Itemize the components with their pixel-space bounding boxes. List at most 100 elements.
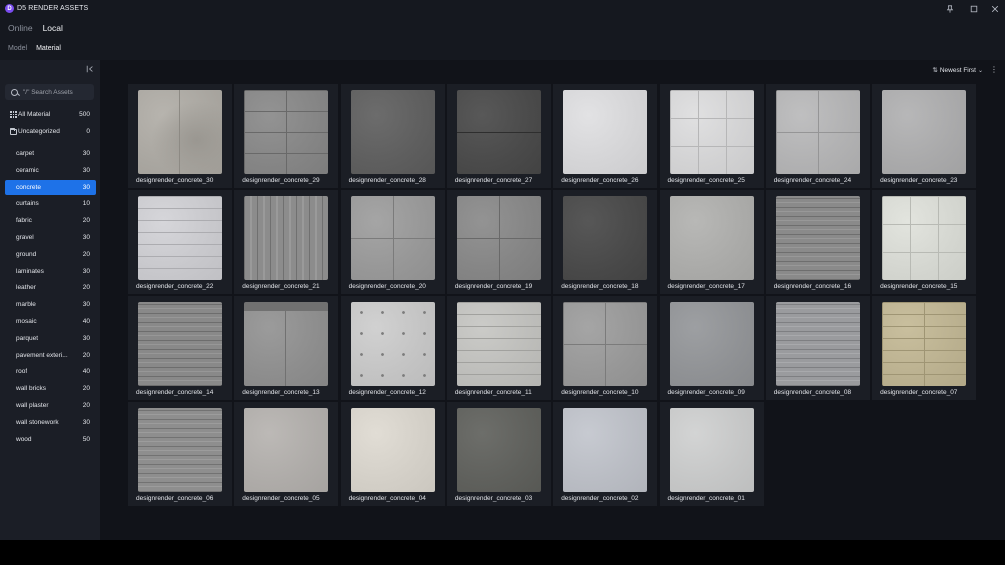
sidebar-category-item[interactable]: roof 40 bbox=[5, 364, 96, 379]
material-card[interactable]: designrender_concrete_12 bbox=[340, 296, 445, 400]
material-thumbnail[interactable] bbox=[775, 196, 860, 280]
material-thumbnail[interactable] bbox=[138, 408, 222, 492]
sidebar-category-item[interactable]: wood 50 bbox=[5, 432, 96, 447]
sidebar-category-item[interactable]: wall bricks 20 bbox=[5, 381, 96, 396]
material-name: designrender_concrete_19 bbox=[454, 283, 533, 290]
material-card[interactable]: designrender_concrete_28 bbox=[340, 84, 445, 188]
material-thumbnail[interactable] bbox=[350, 196, 435, 280]
material-card[interactable]: designrender_concrete_27 bbox=[446, 84, 551, 188]
sidebar-item-uncategorized[interactable]: Uncategorized 0 bbox=[5, 124, 96, 139]
material-thumbnail[interactable] bbox=[456, 90, 541, 174]
material-thumbnail[interactable] bbox=[882, 90, 967, 174]
sidebar-item-all-material[interactable]: All Material 500 bbox=[5, 107, 96, 122]
material-thumbnail[interactable] bbox=[350, 408, 435, 492]
sidebar-category-item[interactable]: pavement exteri... 20 bbox=[5, 348, 96, 363]
material-card[interactable]: designrender_concrete_04 bbox=[340, 402, 445, 506]
material-card[interactable]: designrender_concrete_30 bbox=[128, 84, 232, 188]
material-thumbnail[interactable] bbox=[138, 196, 222, 280]
material-thumbnail[interactable] bbox=[669, 408, 754, 492]
material-name: designrender_concrete_03 bbox=[454, 495, 533, 502]
material-thumbnail[interactable] bbox=[350, 90, 435, 174]
material-thumbnail[interactable] bbox=[244, 196, 329, 280]
material-thumbnail[interactable] bbox=[563, 196, 648, 280]
material-card[interactable]: designrender_concrete_20 bbox=[340, 190, 445, 294]
material-card[interactable]: designrender_concrete_05 bbox=[234, 402, 339, 506]
sidebar-category-item[interactable]: mosaic 40 bbox=[5, 314, 96, 329]
material-card[interactable]: designrender_concrete_14 bbox=[128, 296, 232, 400]
material-thumbnail[interactable] bbox=[456, 408, 541, 492]
search-box[interactable] bbox=[5, 84, 94, 100]
tab-local[interactable]: Local bbox=[43, 23, 63, 33]
sidebar-category-item[interactable]: wall plaster 20 bbox=[5, 398, 96, 413]
material-name: designrender_concrete_04 bbox=[348, 495, 426, 502]
material-card[interactable]: designrender_concrete_06 bbox=[128, 402, 232, 506]
search-input[interactable] bbox=[23, 88, 93, 96]
sidebar-category-item[interactable]: laminates 30 bbox=[5, 264, 96, 279]
material-card[interactable]: designrender_concrete_01 bbox=[659, 402, 764, 506]
material-card[interactable]: designrender_concrete_16 bbox=[765, 190, 870, 294]
tab-model[interactable]: Model bbox=[8, 45, 27, 52]
sidebar-category-item[interactable]: leather 20 bbox=[5, 280, 96, 295]
material-card[interactable]: designrender_concrete_09 bbox=[659, 296, 764, 400]
grid-icon bbox=[10, 111, 17, 118]
material-thumbnail[interactable] bbox=[882, 196, 967, 280]
material-thumbnail[interactable] bbox=[138, 302, 222, 386]
sidebar-category-item[interactable]: parquet 30 bbox=[5, 331, 96, 346]
material-thumbnail[interactable] bbox=[138, 90, 222, 174]
material-card[interactable]: designrender_concrete_10 bbox=[553, 296, 658, 400]
category-label: ceramic bbox=[16, 166, 39, 174]
pin-icon[interactable] bbox=[944, 3, 956, 15]
material-card[interactable]: designrender_concrete_11 bbox=[446, 296, 551, 400]
sidebar-category-item[interactable]: wall stonework 30 bbox=[5, 415, 96, 430]
material-thumbnail[interactable] bbox=[669, 302, 754, 386]
material-card[interactable]: designrender_concrete_15 bbox=[872, 190, 977, 294]
material-thumbnail[interactable] bbox=[669, 196, 754, 280]
material-thumbnail[interactable] bbox=[456, 196, 541, 280]
material-thumbnail[interactable] bbox=[563, 408, 648, 492]
material-card[interactable]: designrender_concrete_26 bbox=[553, 84, 658, 188]
sidebar-category-item[interactable]: gravel 30 bbox=[5, 230, 96, 245]
sidebar-category-item[interactable]: carpet 30 bbox=[5, 146, 96, 161]
sidebar-category-item[interactable]: ground 20 bbox=[5, 247, 96, 262]
material-thumbnail[interactable] bbox=[244, 408, 329, 492]
sidebar-category-item[interactable]: fabric 20 bbox=[5, 213, 96, 228]
sidebar-item-count: 500 bbox=[79, 111, 90, 118]
material-card[interactable]: designrender_concrete_19 bbox=[446, 190, 551, 294]
tab-material[interactable]: Material bbox=[36, 45, 61, 52]
more-icon[interactable]: ⋮ bbox=[990, 65, 998, 74]
material-thumbnail[interactable] bbox=[669, 90, 754, 174]
material-card[interactable]: designrender_concrete_25 bbox=[659, 84, 764, 188]
material-card[interactable]: designrender_concrete_21 bbox=[234, 190, 339, 294]
sidebar-category-item[interactable]: curtains 10 bbox=[5, 196, 96, 211]
material-thumbnail[interactable] bbox=[882, 302, 967, 386]
sidebar-category-item[interactable]: marble 30 bbox=[5, 297, 96, 312]
collapse-sidebar-icon[interactable] bbox=[85, 64, 95, 74]
material-card[interactable]: designrender_concrete_23 bbox=[872, 84, 977, 188]
material-card[interactable]: designrender_concrete_07 bbox=[872, 296, 977, 400]
sidebar-category-item[interactable]: ceramic 30 bbox=[5, 163, 96, 178]
material-thumbnail[interactable] bbox=[244, 302, 329, 386]
material-card[interactable]: designrender_concrete_24 bbox=[765, 84, 870, 188]
material-thumbnail[interactable] bbox=[350, 302, 435, 386]
material-card[interactable]: designrender_concrete_03 bbox=[446, 402, 551, 506]
maximize-icon[interactable] bbox=[968, 3, 980, 15]
material-card[interactable]: designrender_concrete_02 bbox=[553, 402, 658, 506]
material-card[interactable]: designrender_concrete_22 bbox=[128, 190, 232, 294]
material-thumbnail[interactable] bbox=[563, 302, 648, 386]
material-thumbnail[interactable] bbox=[775, 302, 860, 386]
sort-dropdown[interactable]: ⇅ Newest First ⌄ bbox=[932, 66, 983, 75]
material-thumbnail[interactable] bbox=[563, 90, 648, 174]
category-count: 30 bbox=[82, 183, 90, 191]
material-card[interactable]: designrender_concrete_17 bbox=[659, 190, 764, 294]
material-card[interactable]: designrender_concrete_08 bbox=[765, 296, 870, 400]
material-card[interactable]: designrender_concrete_13 bbox=[234, 296, 339, 400]
tab-online[interactable]: Online bbox=[8, 23, 33, 33]
material-thumbnail[interactable] bbox=[775, 90, 860, 174]
material-card[interactable]: designrender_concrete_18 bbox=[553, 190, 658, 294]
material-thumbnail[interactable] bbox=[244, 90, 329, 174]
material-card[interactable]: designrender_concrete_29 bbox=[234, 84, 339, 188]
close-icon[interactable] bbox=[989, 3, 1001, 15]
category-count: 20 bbox=[82, 250, 90, 258]
sidebar-category-item[interactable]: concrete 30 bbox=[5, 179, 96, 195]
material-thumbnail[interactable] bbox=[456, 302, 541, 386]
